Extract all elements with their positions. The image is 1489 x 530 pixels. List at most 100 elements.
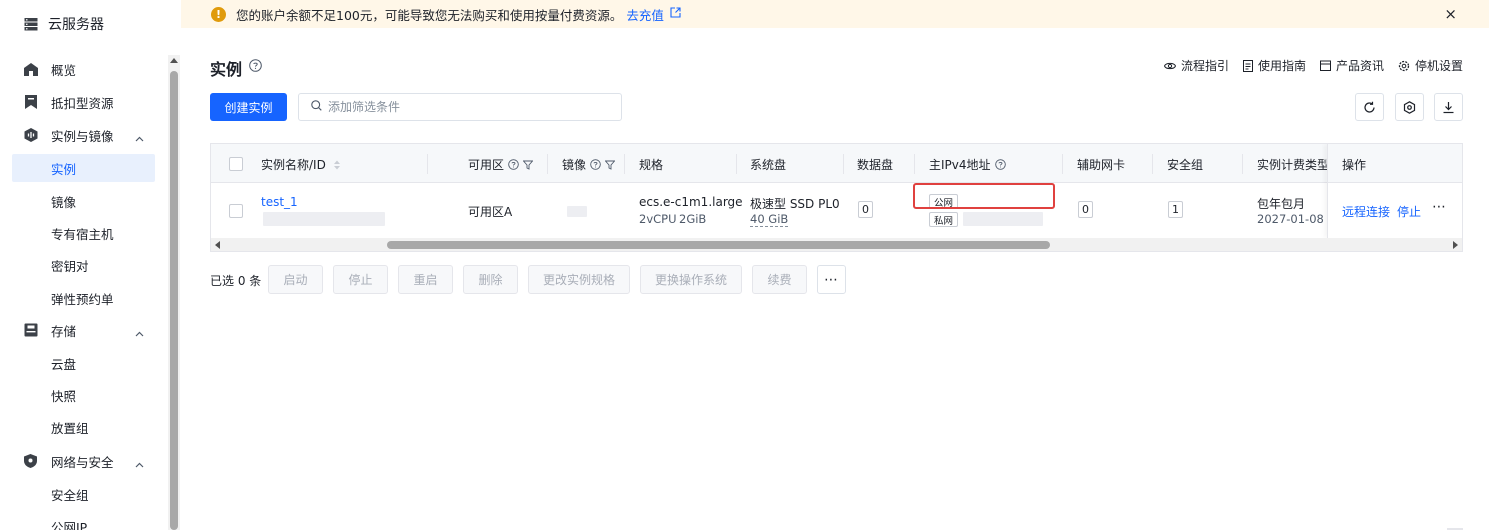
sidebar-item-label: 镜像 — [51, 194, 77, 210]
instance-table: 实例名称/ID 可用区 镜像 规格 系统盘 数据盘 主IPv4地址 辅助网卡 安… — [210, 143, 1463, 252]
usage-guide-link[interactable]: 使用指南 — [1242, 57, 1306, 74]
fixed-actions-column: 操作 远程连接 停止 ⋯ — [1327, 144, 1462, 238]
table-header: 实例名称/ID 可用区 镜像 规格 系统盘 数据盘 主IPv4地址 辅助网卡 安… — [211, 144, 1462, 183]
sidebar-item-instance[interactable]: 实例 — [12, 154, 155, 182]
restart-button[interactable]: 重启 — [398, 265, 453, 294]
delete-button[interactable]: 删除 — [463, 265, 518, 294]
sidebar-item-cloud-disk[interactable]: 云盘 — [12, 349, 155, 377]
refresh-button[interactable] — [1355, 93, 1384, 121]
selected-count: 已选 0 条 — [210, 274, 262, 288]
scroll-left-arrow-icon[interactable] — [215, 241, 220, 249]
col-spec: 规格 — [639, 156, 663, 173]
col-label: 镜像 — [562, 158, 587, 172]
sidebar-item-snapshot[interactable]: 快照 — [12, 381, 155, 409]
highlight-annotation — [913, 183, 1055, 209]
change-os-button[interactable]: 更换操作系统 — [640, 265, 742, 294]
billing-expiry-date: 2027-01-08 23 — [1257, 212, 1327, 226]
link-label: 停机设置 — [1414, 59, 1463, 73]
system-disk-size[interactable]: 40 GiB — [750, 212, 789, 227]
filter-search-input[interactable] — [328, 100, 608, 114]
table-horizontal-scrollbar[interactable] — [211, 238, 1462, 251]
sidebar-item-image[interactable]: 镜像 — [12, 187, 155, 215]
data-disk-count[interactable]: 0 — [858, 201, 873, 218]
sidebar-group-storage[interactable]: 存储 — [24, 317, 154, 343]
remote-connect-link[interactable]: 远程连接 — [1342, 203, 1390, 220]
sidebar-item-keypair[interactable]: 密钥对 — [12, 251, 155, 279]
filter-icon — [523, 160, 534, 170]
sidebar-group-label: 网络与安全 — [51, 454, 114, 470]
more-bulk-actions-button[interactable]: ⋯ — [817, 265, 846, 294]
sidebar-item-reservation[interactable]: 弹性预约单 — [12, 284, 155, 312]
help-icon[interactable] — [249, 59, 262, 75]
product-news-link[interactable]: 产品资讯 — [1319, 57, 1384, 74]
close-icon[interactable]: × — [1444, 7, 1457, 22]
table-settings-button[interactable] — [1395, 93, 1424, 121]
col-label: 主IPv4地址 — [929, 158, 991, 172]
refresh-icon — [1364, 101, 1375, 113]
link-label: 流程指引 — [1180, 59, 1229, 73]
page-title: 实例 — [210, 60, 243, 79]
sidebar-item-public-ip[interactable]: 公网IP — [12, 512, 155, 530]
sidebar-item-deduction[interactable]: 抵扣型资源 — [24, 89, 114, 115]
scrollbar-thumb[interactable] — [170, 71, 178, 530]
chevron-up-icon — [135, 456, 144, 471]
more-actions-icon[interactable]: ⋯ — [1432, 199, 1446, 215]
row-checkbox[interactable] — [229, 204, 243, 218]
sidebar-group-label: 实例与镜像 — [51, 128, 114, 144]
stop-link[interactable]: 停止 — [1397, 203, 1421, 220]
col-zone: 可用区 — [468, 156, 534, 173]
col-label: 安全组 — [1167, 158, 1204, 172]
select-all-checkbox[interactable] — [229, 157, 243, 171]
table-row: test_1 可用区A ecs.e-c1m1.large 2vCPU 2GiB … — [211, 183, 1462, 238]
stop-button[interactable]: 停止 — [333, 265, 388, 294]
sidebar-item-placement-group[interactable]: 放置组 — [12, 413, 155, 441]
sidebar-item-security-group[interactable]: 安全组 — [12, 480, 155, 508]
filter-search-box[interactable] — [298, 93, 622, 121]
filter-icon — [605, 160, 616, 170]
sidebar-item-overview[interactable]: 概览 — [24, 56, 76, 82]
create-instance-button[interactable]: 创建实例 — [210, 93, 287, 121]
redacted-image — [567, 206, 587, 217]
col-billing: 实例计费类型 — [1257, 156, 1329, 173]
scroll-up-arrow-icon[interactable] — [170, 58, 178, 63]
process-guide-link[interactable]: 流程指引 — [1163, 57, 1229, 74]
col-image: 镜像 — [562, 156, 616, 173]
sidebar-group-instances[interactable]: 实例与镜像 — [24, 122, 154, 148]
start-button[interactable]: 启动 — [268, 265, 323, 294]
header-links: 流程指引 使用指南 产品资讯 停机设置 — [1163, 57, 1463, 74]
scroll-right-arrow-icon[interactable] — [1453, 241, 1458, 249]
change-spec-button[interactable]: 更改实例规格 — [528, 265, 630, 294]
help-icon — [994, 159, 1006, 170]
chevron-up-icon — [135, 130, 144, 145]
gear-icon — [1398, 60, 1410, 71]
shutdown-settings-link[interactable]: 停机设置 — [1398, 57, 1463, 74]
redacted-private-ip — [963, 212, 1043, 226]
document-icon — [1242, 59, 1253, 72]
external-link-icon[interactable] — [670, 7, 681, 21]
sidebar: 云服务器 概览 抵扣型资源 实例与镜像 实例 镜像 专有宿主机 密钥对 弹性预约… — [0, 0, 168, 530]
col-label: 可用区 — [468, 158, 505, 172]
sidebar-group-label: 存储 — [51, 323, 77, 339]
chevron-up-icon — [135, 325, 144, 340]
export-button[interactable] — [1434, 93, 1463, 121]
scrollbar-thumb[interactable] — [387, 241, 1050, 249]
shield-icon — [24, 454, 38, 468]
renew-button[interactable]: 续费 — [752, 265, 807, 294]
eye-icon — [1163, 62, 1176, 69]
system-disk-type: 极速型 SSD PL0 — [750, 197, 840, 211]
secondary-nic-count[interactable]: 0 — [1078, 201, 1093, 218]
sidebar-scrollbar[interactable] — [168, 55, 180, 530]
col-security-group: 安全组 — [1167, 156, 1203, 173]
recharge-link[interactable]: 去充值 — [626, 5, 664, 24]
col-secondary-nic: 辅助网卡 — [1077, 156, 1125, 173]
sidebar-item-label: 概览 — [51, 62, 77, 78]
calendar-icon — [1319, 60, 1331, 71]
col-label: 实例计费类型 — [1257, 158, 1330, 172]
sidebar-item-dedicated-host[interactable]: 专有宿主机 — [12, 219, 155, 247]
link-label: 使用指南 — [1257, 59, 1306, 73]
spec-value: ecs.e-c1m1.large — [639, 195, 743, 209]
instance-name-link[interactable]: test_1 — [261, 195, 298, 209]
security-group-count[interactable]: 1 — [1168, 201, 1183, 218]
sidebar-group-network[interactable]: 网络与安全 — [24, 448, 154, 474]
zone-value: 可用区A — [468, 205, 513, 219]
